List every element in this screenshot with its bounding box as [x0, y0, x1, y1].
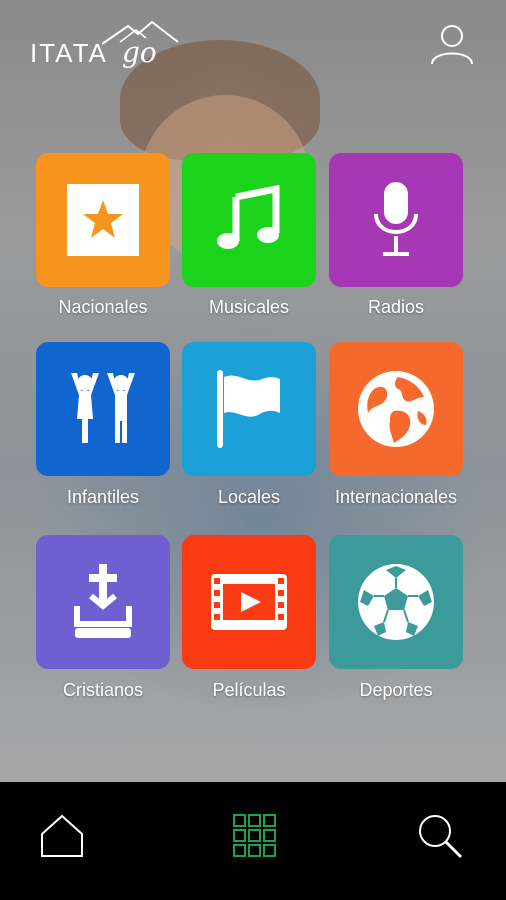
search-icon	[419, 815, 463, 859]
category-tile-internacionales[interactable]	[329, 342, 463, 476]
user-profile-button[interactable]	[428, 20, 476, 68]
category-label-infantiles: Infantiles	[66, 487, 140, 507]
nav-search-button[interactable]	[410, 806, 470, 866]
nav-categories-button[interactable]	[225, 806, 285, 866]
bottom-navigation-bar	[0, 782, 506, 900]
category-tile-peliculas[interactable]	[182, 535, 316, 669]
category-label-peliculas: Películas	[212, 680, 286, 700]
category-tile-musicales[interactable]	[182, 153, 316, 287]
category-label-musicales: Musicales	[208, 297, 290, 317]
category-tile-deportes[interactable]	[329, 535, 463, 669]
children-icon	[71, 373, 135, 443]
soccer-ball-icon	[358, 564, 434, 640]
home-icon	[41, 814, 83, 857]
grid-icon	[233, 814, 276, 857]
category-tile-infantiles[interactable]	[36, 342, 170, 476]
app-logo: ITATA go	[30, 20, 180, 80]
logo-text-main: ITATA	[30, 38, 108, 68]
category-tile-radios[interactable]	[329, 153, 463, 287]
category-label-nacionales: Nacionales	[58, 297, 148, 317]
microphone-icon	[374, 182, 418, 256]
nav-home-button[interactable]	[32, 806, 92, 866]
category-label-cristianos: Cristianos	[62, 680, 144, 700]
flag-icon	[217, 370, 280, 448]
category-label-deportes: Deportes	[359, 680, 433, 700]
category-tile-cristianos[interactable]	[36, 535, 170, 669]
category-label-internacionales: Internacionales	[334, 487, 458, 507]
category-label-radios: Radios	[367, 297, 425, 317]
film-play-icon	[211, 574, 287, 630]
category-tile-locales[interactable]	[182, 342, 316, 476]
user-icon	[431, 25, 473, 65]
logo-text-suffix: go	[122, 36, 157, 69]
star-frame-icon	[67, 184, 139, 256]
category-tile-nacionales[interactable]	[36, 153, 170, 287]
cross-bible-icon	[74, 564, 132, 638]
music-note-icon	[217, 185, 280, 249]
globe-icon	[358, 371, 434, 447]
category-label-locales: Locales	[217, 487, 281, 507]
